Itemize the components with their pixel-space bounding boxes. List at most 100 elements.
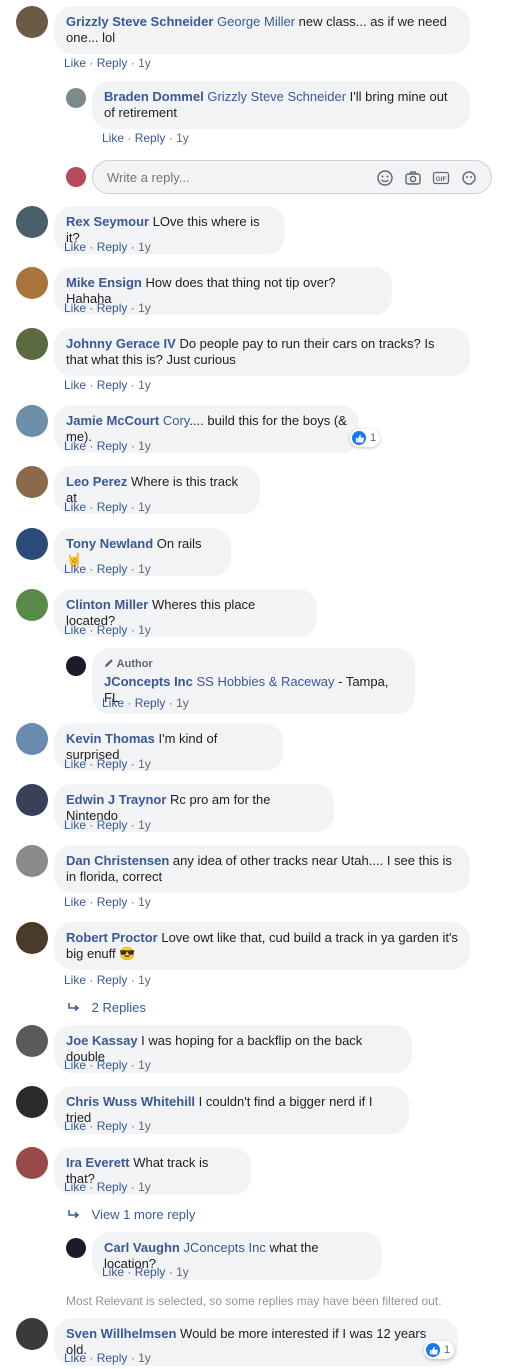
like-link[interactable]: Like (64, 1351, 86, 1365)
view-replies-link[interactable]: 2 Replies (68, 1000, 146, 1015)
avatar[interactable] (16, 845, 48, 877)
commenter-name[interactable]: Dan Christensen (66, 853, 169, 868)
timestamp[interactable]: 1y (176, 1265, 189, 1279)
emoji-icon[interactable] (376, 169, 394, 187)
like-link[interactable]: Like (102, 1265, 124, 1279)
like-link[interactable]: Like (64, 301, 86, 315)
commenter-name[interactable]: Braden Dommel (104, 89, 204, 104)
avatar[interactable] (16, 723, 48, 755)
timestamp[interactable]: 1y (138, 56, 151, 70)
like-link[interactable]: Like (102, 131, 124, 145)
reaction-count[interactable]: 1 (424, 1341, 455, 1359)
avatar[interactable] (16, 328, 48, 360)
commenter-name[interactable]: Robert Proctor (66, 930, 158, 945)
commenter-name[interactable]: Edwin J Traynor (66, 792, 166, 807)
commenter-name[interactable]: Joe Kassay (66, 1033, 138, 1048)
mention-tag[interactable]: JConcepts Inc (183, 1240, 265, 1255)
reply-link[interactable]: Reply (97, 895, 128, 909)
reply-link[interactable]: Reply (97, 818, 128, 832)
timestamp[interactable]: 1y (138, 562, 151, 576)
reply-link[interactable]: Reply (97, 623, 128, 637)
mention-tag[interactable]: SS Hobbies & Raceway (196, 674, 334, 689)
like-link[interactable]: Like (64, 757, 86, 771)
avatar[interactable] (16, 784, 48, 816)
sticker-icon[interactable] (460, 169, 478, 187)
mention-tag[interactable]: Cory (163, 413, 189, 428)
like-link[interactable]: Like (102, 696, 124, 710)
mention-tag[interactable]: George Miller (217, 14, 295, 29)
reply-input-box[interactable]: GIF (92, 160, 492, 194)
like-link[interactable]: Like (64, 562, 86, 576)
camera-icon[interactable] (404, 169, 422, 187)
reply-input[interactable] (105, 169, 369, 186)
reply-link[interactable]: Reply (97, 562, 128, 576)
avatar[interactable] (16, 267, 48, 299)
reply-link[interactable]: Reply (97, 757, 128, 771)
commenter-name[interactable]: Kevin Thomas (66, 731, 155, 746)
timestamp[interactable]: 1y (138, 623, 151, 637)
gif-icon[interactable]: GIF (432, 169, 450, 187)
commenter-name[interactable]: JConcepts Inc (104, 674, 193, 689)
reply-link[interactable]: Reply (97, 301, 128, 315)
reply-link[interactable]: Reply (97, 439, 128, 453)
commenter-name[interactable]: Rex Seymour (66, 214, 149, 229)
avatar[interactable] (16, 405, 48, 437)
reply-link[interactable]: Reply (135, 131, 166, 145)
like-link[interactable]: Like (64, 56, 86, 70)
avatar[interactable] (16, 206, 48, 238)
avatar[interactable] (16, 1318, 48, 1350)
commenter-name[interactable]: Chris Wuss Whitehill (66, 1094, 195, 1109)
reply-link[interactable]: Reply (97, 1351, 128, 1365)
avatar[interactable] (16, 1147, 48, 1179)
timestamp[interactable]: 1y (138, 301, 151, 315)
reply-link[interactable]: Reply (97, 1119, 128, 1133)
reply-link[interactable]: Reply (97, 378, 128, 392)
like-link[interactable]: Like (64, 500, 86, 514)
commenter-name[interactable]: Johnny Gerace IV (66, 336, 176, 351)
avatar[interactable] (16, 466, 48, 498)
commenter-name[interactable]: Ira Everett (66, 1155, 130, 1170)
commenter-name[interactable]: Tony Newland (66, 536, 153, 551)
timestamp[interactable]: 1y (138, 378, 151, 392)
timestamp[interactable]: 1y (138, 1058, 151, 1072)
reply-link[interactable]: Reply (97, 1180, 128, 1194)
like-link[interactable]: Like (64, 439, 86, 453)
like-link[interactable]: Like (64, 818, 86, 832)
timestamp[interactable]: 1y (138, 500, 151, 514)
reply-link[interactable]: Reply (97, 1058, 128, 1072)
reaction-count[interactable]: 1 (350, 429, 381, 447)
commenter-name[interactable]: Grizzly Steve Schneider (66, 14, 213, 29)
avatar[interactable] (16, 1086, 48, 1118)
avatar[interactable] (16, 1025, 48, 1057)
view-more-reply-link[interactable]: View 1 more reply (68, 1207, 195, 1222)
commenter-name[interactable]: Clinton Miller (66, 597, 148, 612)
like-link[interactable]: Like (64, 378, 86, 392)
like-link[interactable]: Like (64, 1058, 86, 1072)
timestamp[interactable]: 1y (176, 131, 189, 145)
avatar[interactable] (66, 1238, 86, 1258)
timestamp[interactable]: 1y (176, 696, 189, 710)
reply-link[interactable]: Reply (97, 500, 128, 514)
timestamp[interactable]: 1y (138, 973, 151, 987)
commenter-name[interactable]: Carl Vaughn (104, 1240, 180, 1255)
reply-link[interactable]: Reply (135, 696, 166, 710)
timestamp[interactable]: 1y (138, 240, 151, 254)
like-link[interactable]: Like (64, 973, 86, 987)
commenter-name[interactable]: Leo Perez (66, 474, 127, 489)
timestamp[interactable]: 1y (138, 1119, 151, 1133)
reply-link[interactable]: Reply (97, 973, 128, 987)
like-link[interactable]: Like (64, 1180, 86, 1194)
avatar[interactable] (16, 922, 48, 954)
like-link[interactable]: Like (64, 1119, 86, 1133)
commenter-name[interactable]: Mike Ensign (66, 275, 142, 290)
reply-link[interactable]: Reply (97, 240, 128, 254)
timestamp[interactable]: 1y (138, 895, 151, 909)
like-link[interactable]: Like (64, 895, 86, 909)
like-link[interactable]: Like (64, 623, 86, 637)
timestamp[interactable]: 1y (138, 1351, 151, 1365)
avatar[interactable] (66, 88, 86, 108)
mention-tag[interactable]: Grizzly Steve Schneider (207, 89, 346, 104)
commenter-name[interactable]: Sven Willhelmsen (66, 1326, 176, 1341)
reply-link[interactable]: Reply (97, 56, 128, 70)
timestamp[interactable]: 1y (138, 1180, 151, 1194)
